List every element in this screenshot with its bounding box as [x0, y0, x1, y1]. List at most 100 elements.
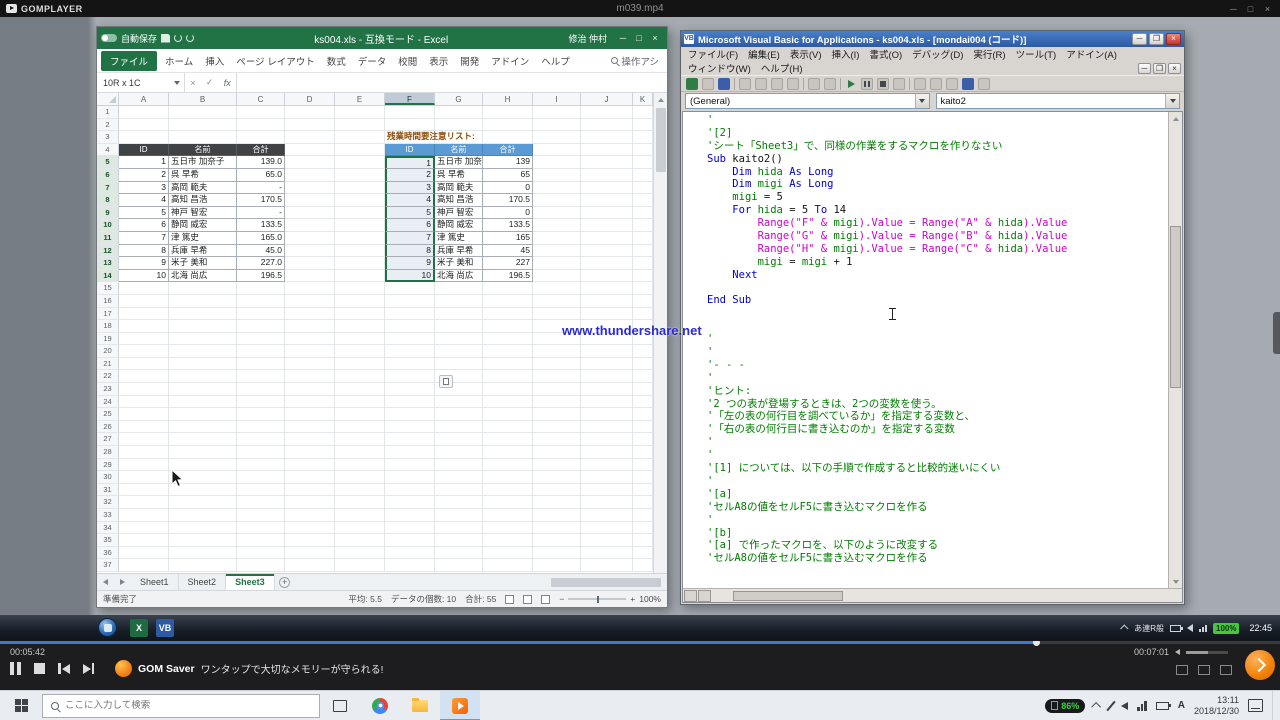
cell-K6[interactable] — [633, 169, 653, 182]
previous-button[interactable] — [58, 663, 70, 674]
cell-G36[interactable] — [435, 547, 483, 560]
vba-close-button[interactable]: × — [1166, 33, 1181, 45]
reset-icon[interactable] — [877, 78, 889, 90]
enter-icon[interactable]: ✓ — [206, 77, 214, 88]
cell-C34[interactable] — [237, 522, 285, 535]
next-sheet-icon[interactable] — [120, 579, 125, 585]
cell-H33[interactable] — [483, 509, 533, 522]
col-header-D[interactable]: D — [285, 93, 335, 105]
cell-E11[interactable] — [335, 232, 385, 245]
gom-saver-banner[interactable]: GOM Saver ワンタップで大切なメモリーが守られる! — [115, 660, 383, 677]
vba-menu-item-0[interactable]: ファイル(F) — [683, 47, 743, 61]
cell-C31[interactable] — [237, 484, 285, 497]
fx-icon[interactable]: fx — [224, 78, 231, 88]
cell-I13[interactable] — [533, 257, 581, 270]
cell-B34[interactable] — [169, 522, 237, 535]
cell-F25[interactable] — [385, 408, 435, 421]
ribbon-tab-7[interactable]: 表示 — [423, 50, 454, 72]
cell-E37[interactable] — [335, 559, 385, 572]
cell-H14[interactable]: 196.5 — [483, 270, 533, 283]
cell-K28[interactable] — [633, 446, 653, 459]
action-center-icon[interactable] — [1248, 699, 1263, 712]
cell-D18[interactable] — [285, 320, 335, 333]
cell-H3[interactable] — [483, 131, 533, 144]
ribbon-tab-0[interactable]: ファイル — [101, 51, 157, 71]
cell-E27[interactable] — [335, 433, 385, 446]
cell-D29[interactable] — [285, 459, 335, 472]
gom-close-button[interactable]: × — [1259, 4, 1276, 14]
row-header-16[interactable]: 16 — [97, 295, 119, 308]
cell-K10[interactable] — [633, 219, 653, 232]
cell-B12[interactable]: 兵庫 早希 — [169, 245, 237, 258]
row-header-29[interactable]: 29 — [97, 459, 119, 472]
cell-I25[interactable] — [533, 408, 581, 421]
cell-E5[interactable] — [335, 156, 385, 169]
cell-A21[interactable] — [119, 358, 169, 371]
cell-J29[interactable] — [581, 459, 633, 472]
cell-E9[interactable] — [335, 207, 385, 220]
tell-me-search[interactable]: 操作アシ — [611, 54, 663, 68]
row-header-18[interactable]: 18 — [97, 320, 119, 333]
cell-D33[interactable] — [285, 509, 335, 522]
cell-G18[interactable] — [435, 320, 483, 333]
row-header-7[interactable]: 7 — [97, 182, 119, 195]
row-header-34[interactable]: 34 — [97, 522, 119, 535]
battery-icon[interactable] — [1170, 625, 1181, 632]
sheet-tab-sheet3[interactable]: Sheet3 — [226, 574, 275, 590]
video-area[interactable]: 自動保存 ks004.xls - 互換モード - Excel 修治 仲村 ─ □… — [0, 17, 1280, 641]
cell-C8[interactable]: 170.5 — [237, 194, 285, 207]
cell-K26[interactable] — [633, 421, 653, 434]
zoom-level[interactable]: 100% — [639, 594, 661, 604]
cell-E7[interactable] — [335, 182, 385, 195]
cell-I26[interactable] — [533, 421, 581, 434]
cell-C24[interactable] — [237, 396, 285, 409]
cell-A26[interactable] — [119, 421, 169, 434]
cell-A6[interactable]: 2 — [119, 169, 169, 182]
cell-A10[interactable]: 6 — [119, 219, 169, 232]
cell-K17[interactable] — [633, 308, 653, 321]
cell-E28[interactable] — [335, 446, 385, 459]
cell-H22[interactable] — [483, 370, 533, 383]
cell-E16[interactable] — [335, 295, 385, 308]
row-header-26[interactable]: 26 — [97, 421, 119, 434]
cell-D14[interactable] — [285, 270, 335, 283]
cell-D30[interactable] — [285, 471, 335, 484]
cell-F5[interactable]: 1 — [385, 156, 435, 169]
row-header-10[interactable]: 10 — [97, 219, 119, 232]
cell-K12[interactable] — [633, 245, 653, 258]
cell-I29[interactable] — [533, 459, 581, 472]
cell-K29[interactable] — [633, 459, 653, 472]
cell-B23[interactable] — [169, 383, 237, 396]
cell-H16[interactable] — [483, 295, 533, 308]
cell-C10[interactable]: 133.5 — [237, 219, 285, 232]
cell-J3[interactable] — [581, 131, 633, 144]
cell-D23[interactable] — [285, 383, 335, 396]
cell-F2[interactable] — [385, 119, 435, 132]
cell-E30[interactable] — [335, 471, 385, 484]
cell-C16[interactable] — [237, 295, 285, 308]
cell-J21[interactable] — [581, 358, 633, 371]
cell-H6[interactable]: 65 — [483, 169, 533, 182]
excel-close-button[interactable]: × — [647, 33, 663, 43]
cell-I4[interactable] — [533, 144, 581, 157]
cell-K32[interactable] — [633, 496, 653, 509]
cell-A11[interactable]: 7 — [119, 232, 169, 245]
cell-K2[interactable] — [633, 119, 653, 132]
run-icon[interactable] — [845, 78, 857, 90]
cell-E24[interactable] — [335, 396, 385, 409]
cell-H13[interactable]: 227 — [483, 257, 533, 270]
object-browser-icon[interactable] — [946, 78, 958, 90]
playlist-handle[interactable] — [1273, 312, 1280, 354]
cell-I3[interactable] — [533, 131, 581, 144]
cell-H21[interactable] — [483, 358, 533, 371]
cell-J31[interactable] — [581, 484, 633, 497]
cell-J8[interactable] — [581, 194, 633, 207]
cell-J16[interactable] — [581, 295, 633, 308]
cell-G19[interactable] — [435, 333, 483, 346]
cell-E1[interactable] — [335, 106, 385, 119]
cell-D9[interactable] — [285, 207, 335, 220]
procedure-view-button[interactable] — [684, 590, 697, 602]
battery-saver-badge[interactable]: 86% — [1045, 699, 1085, 713]
cell-H4[interactable]: 合計 — [483, 144, 533, 157]
cell-B7[interactable]: 高岡 範夫 — [169, 182, 237, 195]
